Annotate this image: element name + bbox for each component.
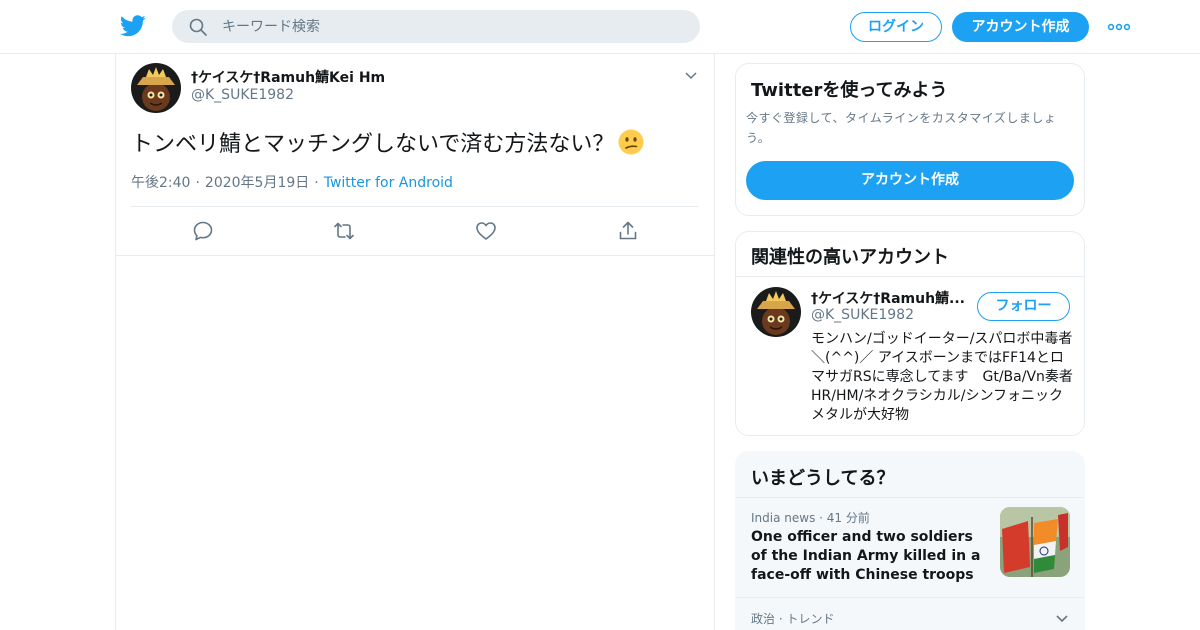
trends-card: いまどうしてる？ India news · 41 分前 One officer …: [735, 451, 1085, 630]
divider: [736, 497, 1084, 498]
confused-face-icon: [618, 129, 644, 155]
trend-meta: India news · 41 分前: [751, 509, 870, 526]
related-account-name[interactable]: †ケイスケ†Ramuh鯖...: [811, 288, 966, 308]
tweet-author-name[interactable]: †ケイスケ†Ramuh鯖Kei Hm: [191, 67, 385, 87]
reply-icon[interactable]: [192, 220, 214, 242]
retweet-icon[interactable]: [333, 220, 355, 242]
search-icon: [189, 18, 207, 36]
signup-card-description: 今すぐ登録して、タイムラインをカスタマイズしましょう。: [746, 111, 1057, 145]
tweet-text: トンベリ鯖とマッチングしないで済む方法ない？: [131, 126, 644, 158]
search-input[interactable]: [222, 10, 682, 43]
tweet-text-content: トンベリ鯖とマッチングしないで済む方法ない？: [131, 132, 615, 157]
related-accounts-card: 関連性の高いアカウント †ケイスケ†Ramuh鯖... @K_SUKE1982 …: [735, 231, 1085, 436]
trends-card-title: いまどうしてる？: [751, 468, 895, 489]
create-account-button[interactable]: アカウント作成: [746, 161, 1074, 200]
top-navigation-bar: ログイン アカウント作成: [0, 0, 1200, 54]
flag-photo: [1000, 507, 1070, 577]
signup-card: Twitterを使ってみよう 今すぐ登録して、タイムラインをカスタマイズしましょ…: [735, 63, 1085, 216]
trend-headline[interactable]: One officer and two soldiers of the Indi…: [751, 528, 991, 585]
tweet-author-handle[interactable]: @K_SUKE1982: [191, 87, 294, 103]
signup-button[interactable]: アカウント作成: [952, 12, 1089, 42]
separator-dot: ·: [314, 175, 319, 191]
tweet-time[interactable]: 午後2:40: [131, 175, 190, 191]
avatar-image: [131, 63, 181, 113]
chevron-down-icon[interactable]: [1054, 610, 1070, 626]
trend-category: India news: [751, 511, 816, 525]
trend-age: 41 分前: [826, 511, 870, 525]
more-options-icon[interactable]: [1107, 17, 1131, 37]
separator-dot: ·: [815, 511, 827, 525]
main-timeline-column: †ケイスケ†Ramuh鯖Kei Hm @K_SUKE1982 トンベリ鯖とマッチ…: [115, 54, 715, 630]
share-icon[interactable]: [617, 220, 639, 242]
separator-dot: ·: [195, 175, 200, 191]
related-account-bio: モンハン/ゴッドイーター/スパロボ中毒者＼(^^)／ アイスボーンまではFF14…: [811, 331, 1084, 423]
trend-category: 政治 · トレンド: [751, 612, 835, 626]
signup-card-title: Twitterを使ってみよう: [751, 80, 948, 101]
avatar-image: [751, 287, 801, 337]
trend-thumbnail-image[interactable]: [1000, 507, 1070, 577]
divider: [736, 597, 1084, 598]
tweet-date[interactable]: 2020年5月19日: [205, 175, 309, 191]
related-account-handle[interactable]: @K_SUKE1982: [811, 307, 914, 323]
divider: [736, 276, 1084, 277]
search-box[interactable]: [172, 10, 700, 43]
tweet-metadata: 午後2:40 · 2020年5月19日 · Twitter for Android: [131, 172, 453, 192]
related-card-title: 関連性の高いアカウント: [751, 247, 949, 268]
login-button[interactable]: ログイン: [850, 12, 942, 42]
tweet-detail: †ケイスケ†Ramuh鯖Kei Hm @K_SUKE1982 トンベリ鯖とマッチ…: [116, 54, 714, 256]
like-icon[interactable]: [475, 220, 497, 242]
chevron-down-icon[interactable]: [684, 68, 698, 82]
avatar[interactable]: [131, 63, 181, 113]
avatar[interactable]: [751, 287, 801, 337]
divider: [131, 206, 699, 207]
twitter-bird-icon[interactable]: [120, 14, 146, 38]
tweet-source-link[interactable]: Twitter for Android: [324, 175, 453, 191]
follow-button[interactable]: フォロー: [977, 292, 1070, 321]
